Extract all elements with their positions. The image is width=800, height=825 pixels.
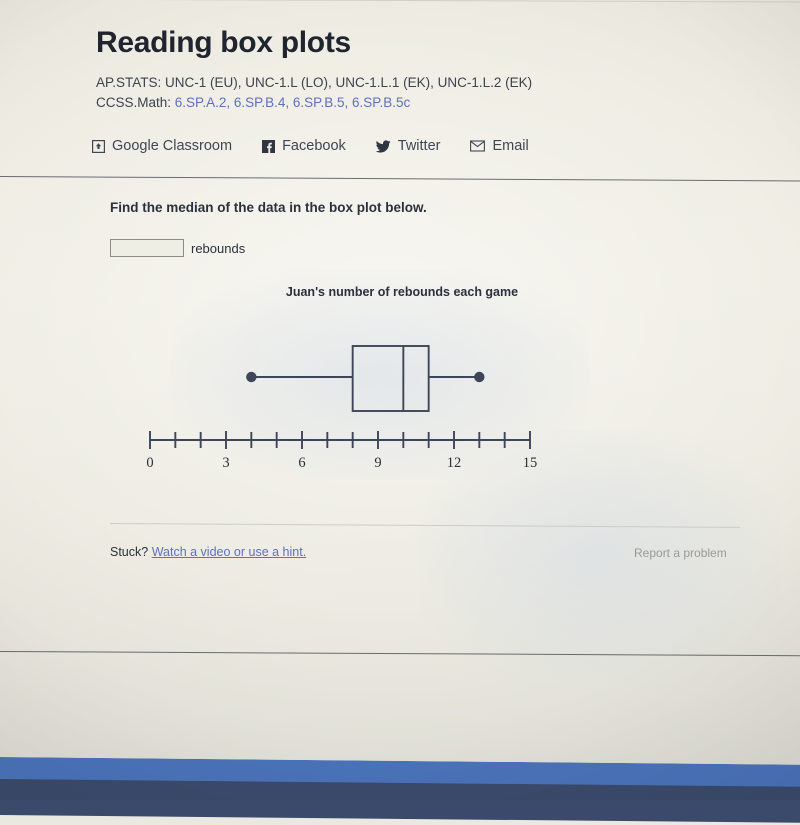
page-title: Reading box plots <box>96 26 351 59</box>
question-prompt: Find the median of the data in the box p… <box>110 200 427 215</box>
axis-tick-label: 6 <box>298 455 305 471</box>
axis-tick-label: 3 <box>222 455 229 471</box>
axis-tick-label: 15 <box>523 455 538 471</box>
share-google-classroom[interactable]: Google Classroom <box>92 138 232 154</box>
share-email-label: Email <box>492 138 529 154</box>
email-icon <box>470 140 486 152</box>
axis-tick-label: 12 <box>447 455 462 471</box>
share-google-classroom-label: Google Classroom <box>112 138 233 154</box>
axis-tick-label: 9 <box>374 455 381 471</box>
share-facebook-label: Facebook <box>282 138 346 154</box>
share-twitter-label: Twitter <box>397 138 441 154</box>
ccss-link-1[interactable]: 6.SP.A.2, <box>175 95 230 110</box>
header-divider <box>0 176 800 182</box>
answer-unit-label: rebounds <box>191 240 246 256</box>
share-email[interactable]: Email <box>470 138 529 154</box>
ccss-link-2[interactable]: 6.SP.B.4, <box>234 95 289 110</box>
hint-link[interactable]: Watch a video or use a hint. <box>152 545 306 559</box>
footer-hairline <box>109 523 740 528</box>
google-classroom-icon <box>92 139 106 153</box>
ccss-label: CCSS.Math: <box>96 94 172 110</box>
share-facebook[interactable]: Facebook <box>262 138 346 154</box>
page-surface: Reading box plots AP.STATS: UNC-1 (EU), … <box>0 0 800 823</box>
box-iqr <box>351 345 430 412</box>
chart-title: Juan's number of rebounds each game <box>285 285 519 299</box>
answer-row: rebounds <box>110 239 245 257</box>
share-twitter[interactable]: Twitter <box>375 138 441 154</box>
stuck-label: Stuck? <box>110 545 149 559</box>
ccss-link-4[interactable]: 6.SP.B.5c <box>352 95 410 110</box>
report-problem-link[interactable]: Report a problem <box>634 546 727 560</box>
bottom-dark-bar <box>0 778 800 823</box>
ap-stats-value: UNC-1 (EU), UNC-1.L (LO), UNC-1.L.1 (EK)… <box>165 75 533 90</box>
stuck-row: Stuck? Watch a video or use a hint. <box>110 545 306 559</box>
bottom-divider-secondary <box>0 0 800 3</box>
facebook-icon <box>262 139 276 153</box>
ap-stats-line: AP.STATS: UNC-1 (EU), UNC-1.L (LO), UNC-… <box>96 73 716 93</box>
ccss-line: CCSS.Math: 6.SP.A.2, 6.SP.B.4, 6.SP.B.5,… <box>96 93 716 113</box>
box-plot-figure: Juan's number of rebounds each game 0 3 6 9… <box>0 285 800 475</box>
answer-input[interactable] <box>110 239 184 257</box>
ccss-link-3[interactable]: 6.SP.B.5, <box>293 95 348 110</box>
share-row: Google Classroom Facebook Twitter Email <box>92 138 559 154</box>
box-plot-svg: 0 3 6 9 12 15 <box>146 345 538 471</box>
max-endpoint-dot <box>474 371 485 383</box>
standards-block: AP.STATS: UNC-1 (EU), UNC-1.L (LO), UNC-… <box>96 73 716 112</box>
exercise-header: Reading box plots AP.STATS: UNC-1 (EU), … <box>96 26 716 112</box>
axis-tick-label: 0 <box>146 455 153 471</box>
min-endpoint-dot <box>246 371 257 383</box>
bottom-chrome <box>0 757 800 825</box>
bottom-divider <box>0 651 800 657</box>
twitter-icon <box>375 139 391 153</box>
ap-stats-label: AP.STATS: <box>96 75 162 90</box>
